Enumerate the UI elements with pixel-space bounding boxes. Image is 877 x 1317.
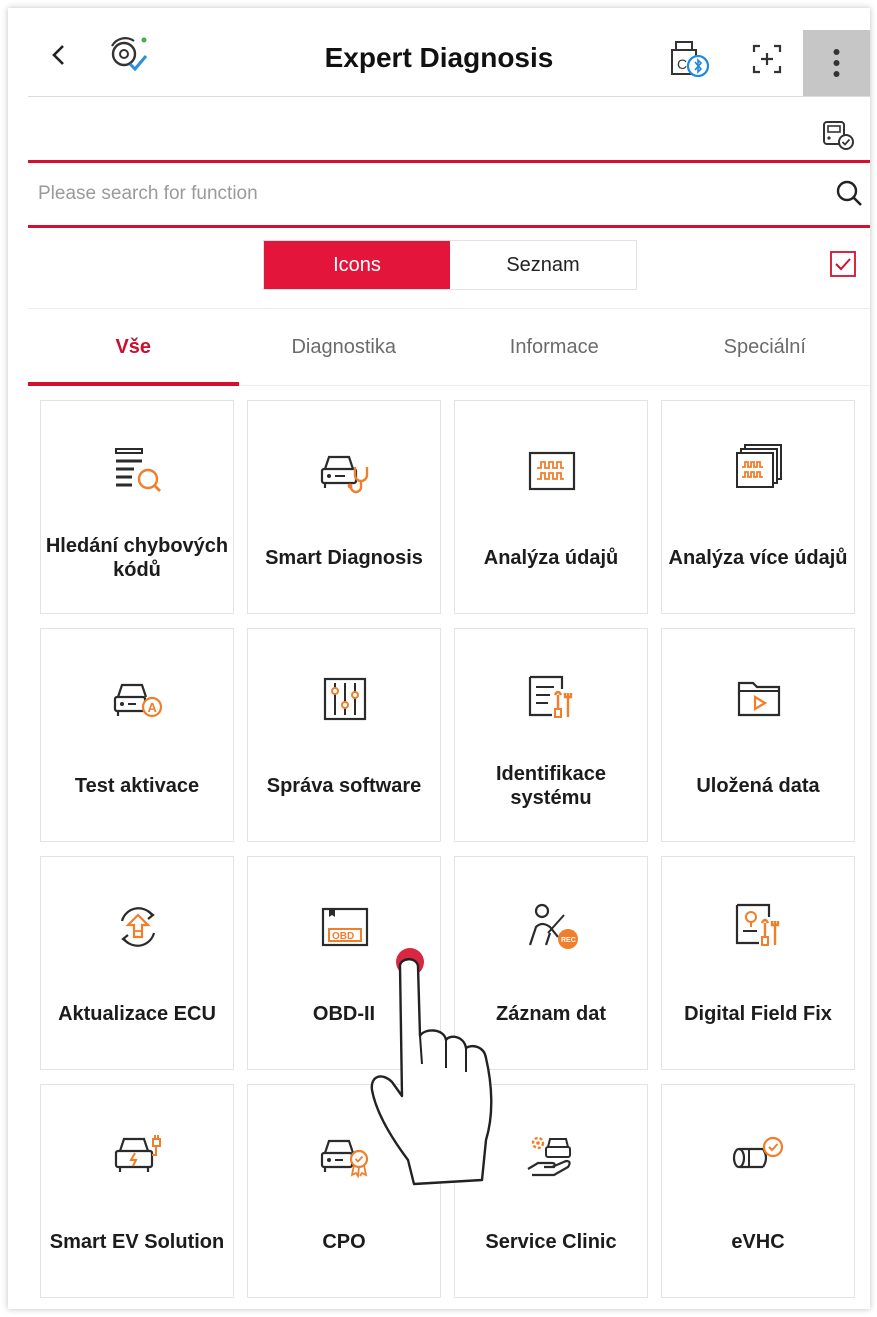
scan-icon[interactable] xyxy=(750,42,784,76)
sliders-icon xyxy=(315,669,375,729)
dtc-search-icon xyxy=(108,441,168,501)
function-label: Digital Field Fix xyxy=(684,1003,832,1025)
car-stethoscope-icon xyxy=(315,441,375,501)
svg-text:REC: REC xyxy=(561,937,576,944)
cpo-car-badge-icon xyxy=(315,1125,375,1185)
function-label: Hledání chybových kódů xyxy=(45,535,229,581)
obd-icon: OBD xyxy=(315,897,375,957)
function-label: Správa software xyxy=(266,775,422,797)
folder-play-icon xyxy=(729,669,789,729)
function-tile-multi-data-analysis[interactable]: Analýza více údajů xyxy=(661,400,855,614)
function-tile-activation-test[interactable]: A Test aktivace xyxy=(40,628,234,842)
tab-all[interactable]: Vše xyxy=(28,309,239,386)
function-tile-system-identification[interactable]: Identifikace systému xyxy=(454,628,648,842)
function-tile-saved-data[interactable]: Uložená data xyxy=(661,628,855,842)
svg-text:A: A xyxy=(148,700,158,715)
function-tile-service-clinic[interactable]: Service Clinic xyxy=(454,1084,648,1298)
service-clinic-icon xyxy=(522,1125,582,1185)
function-label: Service Clinic xyxy=(485,1231,617,1253)
function-label: Identifikace systému xyxy=(495,763,607,809)
header-bar: Expert Diagnosis C xyxy=(8,8,870,100)
function-tile-obd2[interactable]: OBD OBD-II xyxy=(247,856,441,1070)
data-record-icon: REC xyxy=(522,897,582,957)
function-tile-digital-field-fix[interactable]: Digital Field Fix xyxy=(661,856,855,1070)
function-tile-software-management[interactable]: Správa software xyxy=(247,628,441,842)
search-icon[interactable] xyxy=(834,178,866,210)
svg-text:OBD: OBD xyxy=(332,931,354,942)
icons-view-button[interactable]: Icons xyxy=(264,241,450,289)
vci-bluetooth-icon[interactable]: C xyxy=(668,38,710,78)
tab-information[interactable]: Informace xyxy=(449,309,660,385)
function-tile-dtc-search[interactable]: Hledání chybových kódů xyxy=(40,400,234,614)
page-title: Expert Diagnosis xyxy=(324,42,554,73)
function-tile-data-analysis[interactable]: Analýza údajů xyxy=(454,400,648,614)
more-icon[interactable] xyxy=(803,30,870,96)
function-tile-ecu-update[interactable]: Aktualizace ECU xyxy=(40,856,234,1070)
function-label: Záznam dat xyxy=(495,1003,607,1025)
function-label: eVHC xyxy=(731,1231,785,1253)
search-input[interactable] xyxy=(36,175,810,213)
function-label: Uložená data xyxy=(696,775,820,797)
tab-diagnostics[interactable]: Diagnostika xyxy=(239,309,450,385)
list-view-button[interactable]: Seznam xyxy=(450,241,636,289)
function-tile-evhc[interactable]: eVHC xyxy=(661,1084,855,1298)
car-check-icon[interactable] xyxy=(820,116,856,152)
function-tile-data-record[interactable]: REC Záznam dat xyxy=(454,856,648,1070)
function-label: OBD-II xyxy=(312,1003,376,1025)
evhc-icon xyxy=(729,1125,789,1185)
ecu-update-icon xyxy=(108,897,168,957)
function-label: Smart Diagnosis xyxy=(265,547,423,569)
car-activation-icon: A xyxy=(108,669,168,729)
field-fix-icon xyxy=(729,897,789,957)
function-label: Analýza údajů xyxy=(483,547,619,569)
tab-special[interactable]: Speciální xyxy=(660,309,871,385)
category-tabs: Vše Diagnostika Informace Speciální xyxy=(28,308,870,386)
function-tile-smart-diagnosis[interactable]: Smart Diagnosis xyxy=(247,400,441,614)
function-label: Analýza více údajů xyxy=(668,547,848,569)
function-label: Test aktivace xyxy=(74,775,200,797)
system-id-icon xyxy=(522,669,582,729)
waveform-icon xyxy=(522,441,582,501)
function-tile-smart-ev[interactable]: Smart EV Solution xyxy=(40,1084,234,1298)
ev-car-icon xyxy=(108,1125,168,1185)
multi-waveform-icon xyxy=(729,441,789,501)
select-checkbox[interactable] xyxy=(830,251,856,277)
search-bar xyxy=(28,160,870,228)
svg-text:C: C xyxy=(677,56,687,72)
function-label: Aktualizace ECU xyxy=(58,1003,216,1025)
function-tile-cpo[interactable]: CPO xyxy=(247,1084,441,1298)
app-frame: Expert Diagnosis C Please search for fun… xyxy=(8,8,870,1309)
header-divider xyxy=(28,96,870,97)
function-label: Smart EV Solution xyxy=(49,1231,225,1253)
view-toggle: Icons Seznam xyxy=(263,240,637,290)
function-label: CPO xyxy=(322,1231,366,1253)
